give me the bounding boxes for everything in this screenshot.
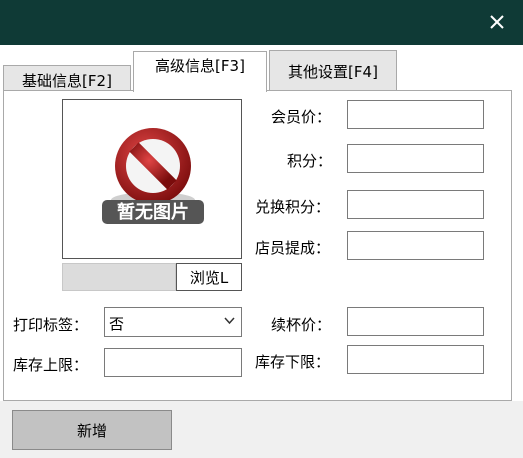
refill-price-label: 续杯价： — [271, 316, 332, 334]
no-image-text: 暂无图片 — [117, 201, 189, 223]
close-icon — [490, 15, 504, 29]
stock-upper-input[interactable] — [104, 348, 242, 377]
print-label-select[interactable]: 否 — [104, 307, 242, 337]
member-price-input[interactable] — [347, 100, 484, 129]
close-button[interactable] — [485, 10, 509, 34]
points-label: 积分： — [287, 152, 333, 170]
tab-basic-info-label: 基础信息[F2] — [22, 72, 112, 90]
browse-button[interactable]: 浏览L — [176, 263, 242, 291]
stock-lower-input[interactable] — [347, 345, 484, 374]
product-image-box: 暂无图片 — [62, 99, 242, 259]
tab-advanced-info[interactable]: 高级信息[F3] — [133, 51, 267, 92]
staff-commission-input[interactable] — [347, 231, 484, 260]
chevron-down-icon — [224, 317, 235, 325]
no-image-icon: 暂无图片 — [102, 128, 204, 224]
stock-lower-label: 库存下限： — [255, 353, 331, 371]
stock-upper-label: 库存上限： — [13, 356, 89, 374]
tab-advanced-info-label: 高级信息[F3] — [155, 57, 245, 75]
member-price-label: 会员价： — [271, 108, 332, 126]
tab-other-settings[interactable]: 其他设置[F4] — [269, 50, 397, 90]
add-button[interactable]: 新增 — [12, 410, 172, 450]
redeem-points-label: 兑换积分： — [255, 198, 331, 216]
tab-other-settings-label: 其他设置[F4] — [288, 63, 378, 81]
tab-basic-info[interactable]: 基础信息[F2] — [3, 65, 131, 90]
staff-commission-label: 店员提成： — [255, 239, 331, 257]
points-input[interactable] — [347, 144, 484, 173]
refill-price-input[interactable] — [347, 307, 484, 336]
tab-strip: 基础信息[F2] 高级信息[F3] 其他设置[F4] — [0, 45, 523, 92]
image-path-field — [62, 263, 176, 291]
redeem-points-input[interactable] — [347, 190, 484, 219]
title-bar — [0, 0, 523, 45]
print-label-label: 打印标签： — [13, 316, 89, 334]
print-label-value: 否 — [109, 315, 125, 333]
